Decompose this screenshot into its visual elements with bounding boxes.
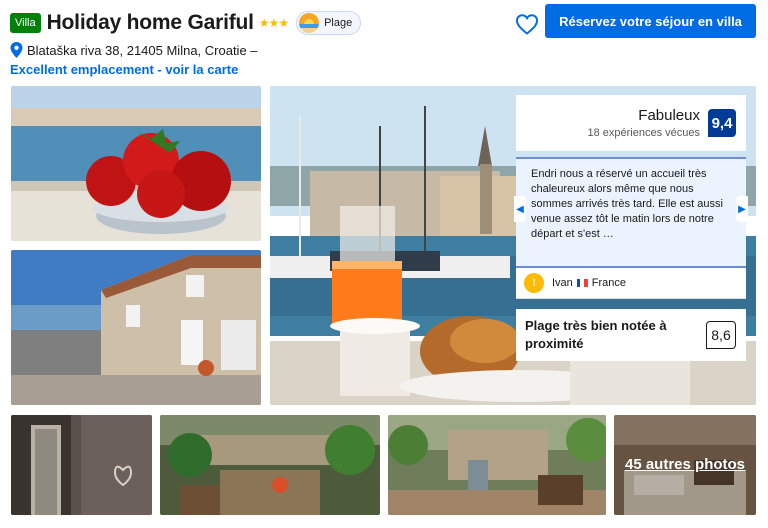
reviewer-info: I Ivan France bbox=[516, 268, 746, 299]
beach-score-box: Plage très bien notée à proximité 8,6 bbox=[516, 309, 746, 361]
address-row: Blataška riva 38, 21405 Milna, Croatie – bbox=[10, 41, 758, 59]
property-type-badge: Villa bbox=[10, 13, 41, 33]
view-map-link[interactable]: Excellent emplacement - voir la carte bbox=[10, 62, 758, 77]
beach-label: Plage bbox=[324, 17, 353, 29]
gallery-photo-more[interactable]: 45 autres photos bbox=[614, 415, 756, 515]
reviewer-name: Ivan bbox=[552, 277, 573, 289]
beach-icon bbox=[299, 13, 320, 33]
beach-score-value: 8,6 bbox=[706, 321, 736, 349]
gallery-photo-strawberries[interactable] bbox=[11, 86, 261, 241]
review-score-box[interactable]: Fabuleux 18 expériences vécues 9,4 bbox=[516, 95, 746, 151]
gallery-photo-interior[interactable] bbox=[11, 415, 152, 515]
review-count: 18 expériences vécues bbox=[587, 127, 700, 139]
reviewer-country: France bbox=[591, 277, 627, 289]
star-rating: ★★★ bbox=[258, 16, 289, 30]
property-address: Blataška riva 38, 21405 Milna, Croatie – bbox=[27, 42, 258, 58]
france-flag-icon bbox=[576, 279, 588, 287]
gallery-photo-house[interactable] bbox=[11, 250, 261, 405]
beach-score-label: Plage très bien notée à proximité bbox=[525, 318, 667, 351]
more-photos-label[interactable]: 45 autres photos bbox=[614, 415, 756, 515]
gallery-photo-garden[interactable] bbox=[160, 415, 380, 515]
beach-badge[interactable]: Plage bbox=[296, 11, 362, 35]
chevron-left-icon[interactable]: ◀ bbox=[514, 196, 526, 222]
score-badge: 9,4 bbox=[708, 109, 736, 137]
avatar: I bbox=[524, 273, 544, 293]
property-name: Holiday home Gariful bbox=[46, 11, 254, 34]
chevron-right-icon[interactable]: ▶ bbox=[736, 196, 748, 222]
map-pin-icon bbox=[10, 42, 23, 58]
review-panel: Fabuleux 18 expériences vécues 9,4 Endri… bbox=[514, 95, 748, 361]
gallery-photo-terrace[interactable] bbox=[388, 415, 606, 515]
heart-icon[interactable] bbox=[515, 13, 539, 35]
review-quote-card: Endri nous a réservé un accueil très cha… bbox=[514, 157, 748, 268]
score-word: Fabuleux bbox=[638, 107, 700, 124]
score-text: Fabuleux 18 expériences vécues bbox=[587, 107, 700, 139]
review-quote: Endri nous a réservé un accueil très cha… bbox=[531, 168, 723, 240]
reserve-button[interactable]: Réservez votre séjour en villa bbox=[545, 4, 756, 38]
